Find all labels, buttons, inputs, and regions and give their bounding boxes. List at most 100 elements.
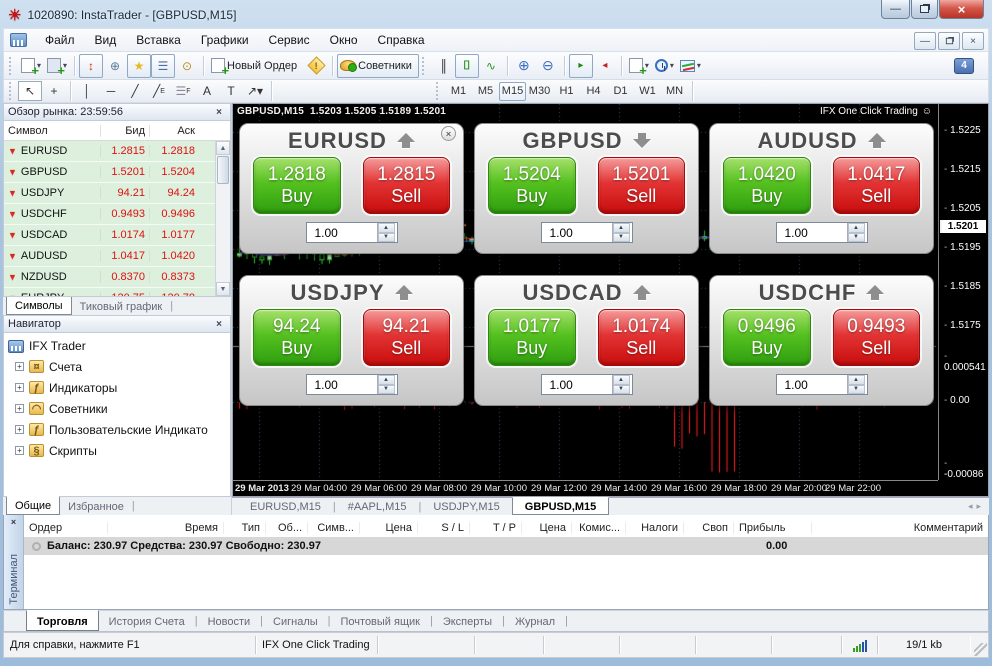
quote-row[interactable]: ▼AUDUSD1.04171.0420 — [4, 246, 230, 267]
toolbar-grip[interactable] — [422, 57, 427, 75]
alert-button[interactable]: ! — [304, 54, 328, 78]
chart-tab-gbpusd[interactable]: GBPUSD,M15 — [512, 497, 610, 515]
auto-scroll-button[interactable]: ▸ — [569, 54, 593, 78]
expert-advisors-button[interactable]: Советники — [337, 54, 419, 78]
volume-down-icon[interactable]: ▼ — [378, 233, 395, 243]
arrows-tool[interactable]: ↗▾ — [243, 81, 267, 101]
expand-icon[interactable]: + — [15, 425, 24, 434]
volume-down-icon[interactable]: ▼ — [613, 385, 630, 395]
equidistant-channel-tool[interactable]: ╱E — [147, 81, 171, 101]
volume-down-icon[interactable]: ▼ — [613, 233, 630, 243]
strategy-tester-button[interactable]: ⊙ — [175, 54, 199, 78]
sell-button[interactable]: 1.0174Sell — [598, 309, 686, 366]
tabs-scroll-right-icon[interactable]: ▸ — [976, 501, 985, 511]
new-order-button[interactable]: Новый Ордер — [208, 54, 304, 78]
trendline-tool[interactable]: ╱ — [123, 81, 147, 101]
tab-experts[interactable]: Эксперты — [433, 611, 502, 631]
buy-button[interactable]: 1.2818Buy — [253, 157, 341, 214]
sell-button[interactable]: 1.5201Sell — [598, 157, 686, 214]
zoom-in-button[interactable]: ⊕ — [512, 54, 536, 78]
text-label-tool[interactable]: T — [219, 81, 243, 101]
menu-charts[interactable]: Графики — [191, 30, 259, 50]
volume-down-icon[interactable]: ▼ — [378, 385, 395, 395]
navigator-toggle[interactable]: ★ — [127, 54, 151, 78]
child-restore-button[interactable] — [938, 32, 960, 50]
data-window-button[interactable]: ⊕ — [103, 54, 127, 78]
title-bar[interactable]: ☀ 1020890: InstaTrader - [GBPUSD,M15] — [0, 0, 992, 28]
timeframe-mn[interactable]: MN — [661, 82, 688, 101]
volume-up-icon[interactable]: ▲ — [848, 375, 865, 385]
column-taxes[interactable]: Налоги — [626, 522, 684, 534]
column-take-profit[interactable]: T / P — [470, 522, 522, 534]
volume-input[interactable] — [777, 375, 847, 394]
quote-row[interactable]: ▼EURJPY120.75120.78 — [4, 288, 230, 297]
column-comment[interactable]: Комментарий — [812, 522, 988, 534]
tab-mailbox[interactable]: Почтовый ящик — [331, 611, 430, 631]
column-type[interactable]: Тип — [224, 522, 266, 534]
chart-shift-button[interactable]: ◂ — [593, 54, 617, 78]
tree-item-experts[interactable]: + ◠ Советники — [8, 398, 230, 419]
templates-button[interactable]: ▾ — [677, 54, 704, 78]
line-chart-button[interactable]: ∿ — [479, 54, 503, 78]
market-watch-close-icon[interactable]: × — [212, 107, 226, 118]
buy-button[interactable]: 94.24Buy — [253, 309, 341, 366]
tab-symbols[interactable]: Символы — [6, 296, 72, 315]
column-order[interactable]: Ордер — [24, 522, 108, 534]
tree-item-indicators[interactable]: + ƒ Индикаторы — [8, 377, 230, 398]
column-symbol[interactable]: Символ — [4, 125, 101, 137]
column-profit[interactable]: Прибыль — [734, 522, 812, 534]
status-mode-label[interactable]: IFX One Click Trading — [256, 636, 378, 654]
quote-row[interactable]: ▼USDCAD1.01741.0177 — [4, 225, 230, 246]
volume-input[interactable] — [307, 223, 377, 242]
column-volume[interactable]: Об... — [266, 522, 308, 534]
expand-icon[interactable]: + — [15, 446, 24, 455]
column-bid[interactable]: Бид — [101, 125, 150, 137]
volume-up-icon[interactable]: ▲ — [613, 223, 630, 233]
chart-tab-aapl[interactable]: #AAPL,M15 — [336, 498, 419, 515]
tab-news[interactable]: Новости — [198, 611, 261, 631]
column-symbol[interactable]: Симв... — [308, 522, 360, 534]
scroll-up-icon[interactable]: ▲ — [216, 141, 230, 155]
tab-journal[interactable]: Журнал — [505, 611, 565, 631]
timeframe-m15[interactable]: M15 — [499, 82, 526, 101]
volume-up-icon[interactable]: ▲ — [613, 375, 630, 385]
volume-input[interactable] — [307, 375, 377, 394]
scroll-down-icon[interactable]: ▼ — [216, 282, 230, 296]
balance-row[interactable]: Баланс: 230.97 Средства: 230.97 Свободно… — [24, 537, 988, 555]
market-watch-scrollbar[interactable]: ▲ ▼ — [215, 141, 230, 296]
volume-input[interactable] — [777, 223, 847, 242]
buy-button[interactable]: 1.0420Buy — [723, 157, 811, 214]
crosshair-tool[interactable]: + — [42, 81, 66, 101]
periods-button[interactable]: ▾ — [652, 54, 677, 78]
tree-root-account[interactable]: IFX Trader — [8, 336, 230, 356]
menu-insert[interactable]: Вставка — [126, 30, 191, 50]
column-swap[interactable]: Своп — [684, 522, 734, 534]
timeframe-h1[interactable]: H1 — [553, 82, 580, 101]
panel-close-button[interactable]: × — [441, 126, 456, 141]
buy-button[interactable]: 1.5204Buy — [488, 157, 576, 214]
bar-chart-button[interactable]: ║ — [431, 54, 455, 78]
cursor-tool[interactable]: ↖ — [18, 81, 42, 101]
quote-row[interactable]: ▼NZDUSD0.83700.8373 — [4, 267, 230, 288]
tab-favorites[interactable]: Избранное — [60, 497, 132, 515]
resize-grip[interactable] — [974, 643, 987, 656]
buy-button[interactable]: 0.9496Buy — [723, 309, 811, 366]
vertical-line-tool[interactable]: │ — [75, 81, 99, 101]
sell-button[interactable]: 0.9493Sell — [833, 309, 921, 366]
volume-up-icon[interactable]: ▲ — [848, 223, 865, 233]
terminal-toggle[interactable]: ☰ — [151, 54, 175, 78]
timeframe-m5[interactable]: M5 — [472, 82, 499, 101]
indicators-button[interactable]: ▾ — [626, 54, 652, 78]
tree-item-accounts[interactable]: + ¤ Счета — [8, 356, 230, 377]
column-price-current[interactable]: Цена — [522, 522, 572, 534]
column-commission[interactable]: Комис... — [572, 522, 626, 534]
volume-down-icon[interactable]: ▼ — [848, 233, 865, 243]
timeframe-d1[interactable]: D1 — [607, 82, 634, 101]
tab-trade[interactable]: Торговля — [26, 610, 99, 631]
toolbar-grip[interactable] — [436, 82, 441, 100]
timeframe-w1[interactable]: W1 — [634, 82, 661, 101]
expand-icon[interactable]: + — [15, 383, 24, 392]
smiley-icon[interactable]: ☺ — [922, 106, 932, 117]
column-price-open[interactable]: Цена — [360, 522, 418, 534]
close-button[interactable]: × — [939, 0, 984, 19]
